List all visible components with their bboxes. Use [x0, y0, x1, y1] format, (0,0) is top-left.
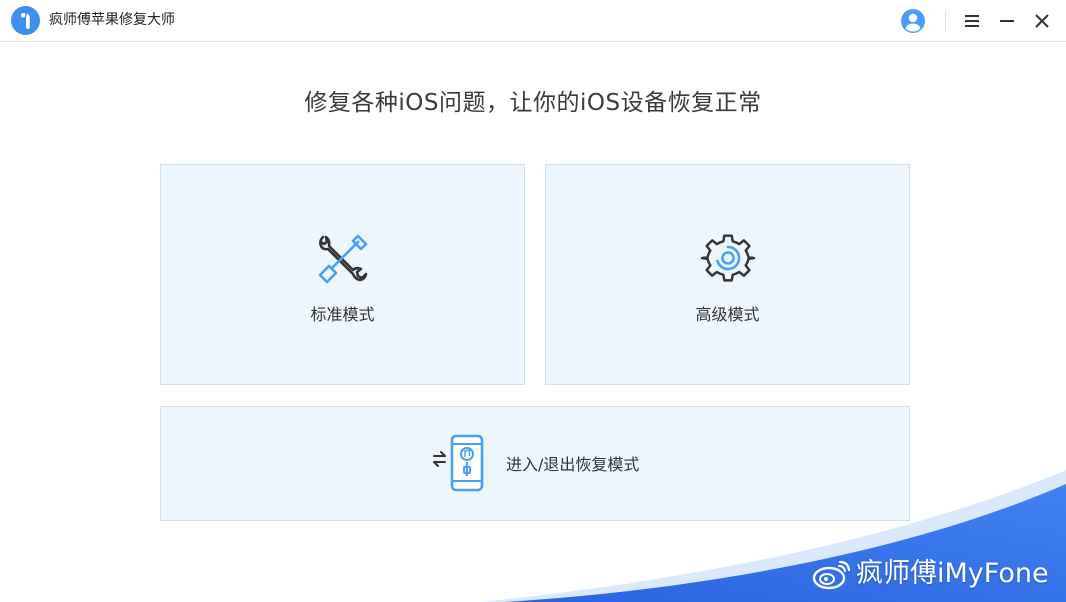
advanced-mode-card[interactable]: 高级模式: [545, 164, 910, 385]
weibo-icon: [812, 560, 851, 590]
app-title: 疯师傅苹果修复大师: [49, 12, 175, 28]
page-headline: 修复各种iOS问题，让你的iOS设备恢复正常: [304, 90, 762, 116]
watermark-text: 疯师傅iMyFone: [856, 558, 1049, 589]
phone-recovery-icon: [433, 434, 484, 492]
app-logo: [11, 6, 40, 35]
recovery-mode-label: 进入/退出恢复模式: [506, 455, 640, 474]
close-icon[interactable]: [1028, 7, 1056, 35]
repair-tools-icon: [318, 234, 368, 284]
minimize-icon[interactable]: [993, 7, 1021, 35]
advanced-mode-label: 高级模式: [695, 305, 760, 324]
standard-mode-card[interactable]: 标准模式: [160, 164, 525, 385]
account-icon[interactable]: [899, 7, 927, 35]
titlebar-separator: [945, 10, 946, 32]
menu-icon[interactable]: [958, 7, 986, 35]
title-bar: 疯师傅苹果修复大师: [0, 0, 1066, 42]
gear-icon: [700, 234, 756, 282]
recovery-mode-card[interactable]: 进入/退出恢复模式: [160, 406, 910, 521]
standard-mode-label: 标准模式: [310, 305, 375, 324]
